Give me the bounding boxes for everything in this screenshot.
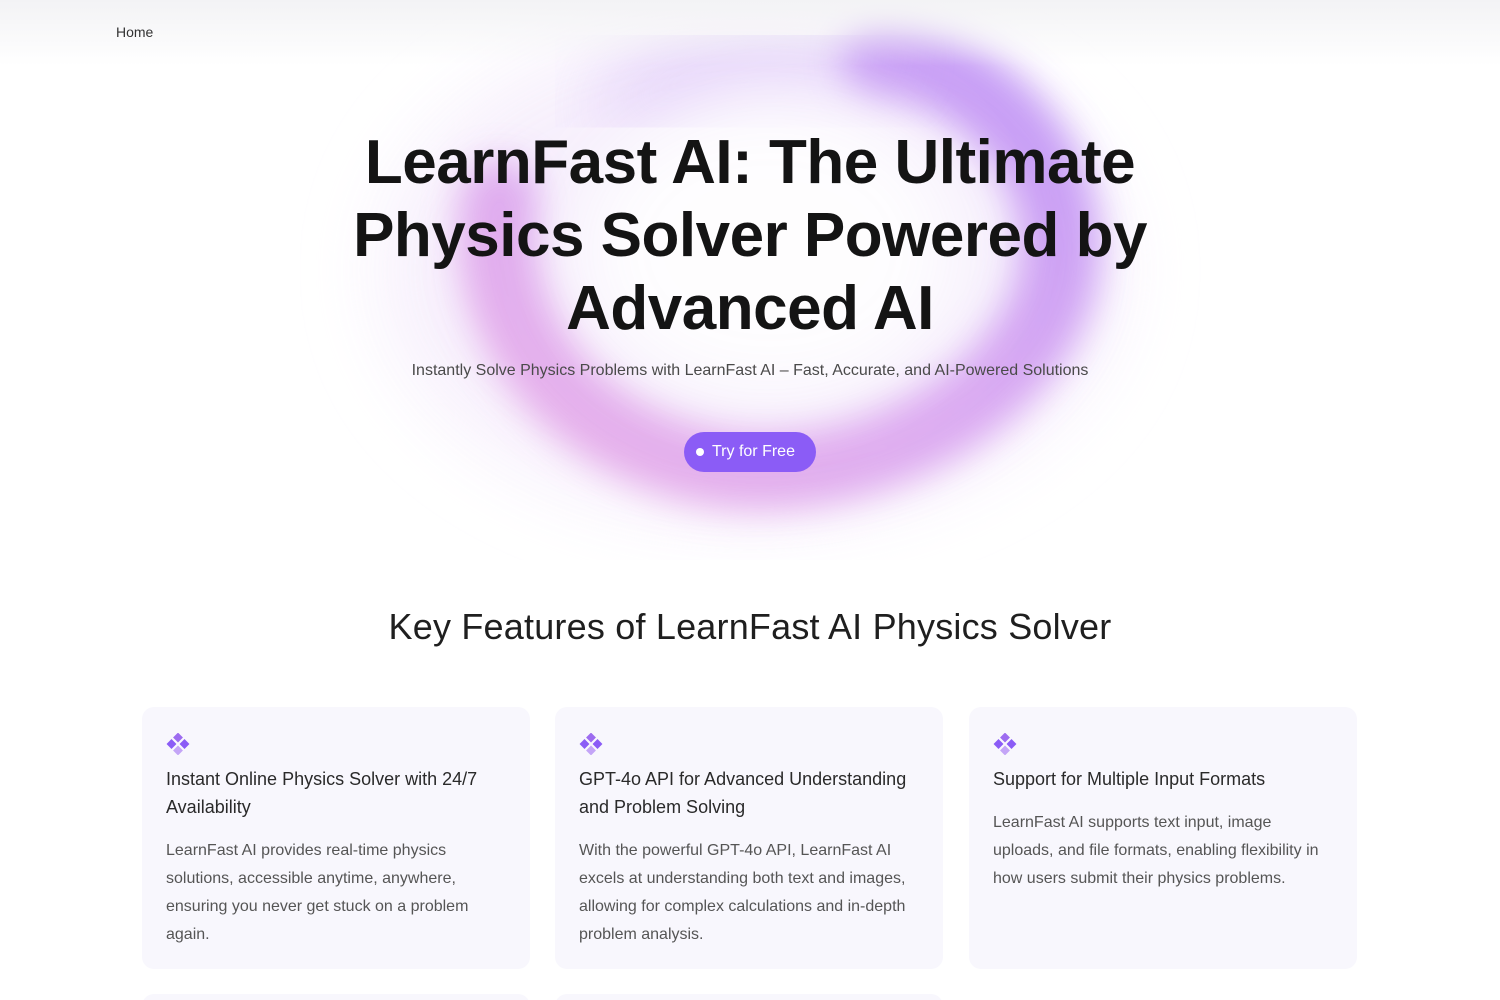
feature-card-title: Support for Multiple Input Formats [993,769,1266,789]
feature-card-title: Instant Online Physics Solver with 24/7 … [166,769,478,817]
cta-label: Try for Free [712,443,795,460]
feature-card-text: With the powerful GPT-4o API, LearnFast … [579,842,906,943]
hero-subtitle: Instantly Solve Physics Problems with Le… [411,362,1089,379]
hero-section: LearnFast AI: The Ultimate Physics Solve… [0,0,1500,540]
feature-card-title: GPT-4o API for Advanced Understanding an… [579,769,907,817]
diamond-cluster-icon [579,733,603,755]
feature-card-next-row [555,994,943,1000]
diamond-cluster-icon [993,733,1017,755]
feature-card-text: LearnFast AI supports text input, image … [993,814,1319,887]
landing-page: Home LearnFast AI: The Ultimate Physics … [0,0,1500,1000]
features-heading: Key Features of LearnFast AI Physics Sol… [388,606,1112,647]
cta-dot-icon [696,448,704,456]
hero-title: LearnFast AI: The Ultimate Physics Solve… [353,128,1147,343]
feature-card: Support for Multiple Input Formats Learn… [969,707,1357,969]
diamond-cluster-icon [166,733,190,755]
nav-home-link[interactable]: Home [116,24,153,40]
feature-card-text: LearnFast AI provides real-time physics … [166,842,469,943]
feature-card-next-row [142,994,530,1000]
feature-card: GPT-4o API for Advanced Understanding an… [555,707,943,969]
feature-card: Instant Online Physics Solver with 24/7 … [142,707,530,969]
try-for-free-button[interactable]: Try for Free [684,432,816,472]
top-navigation-bar: Home [0,0,1500,66]
